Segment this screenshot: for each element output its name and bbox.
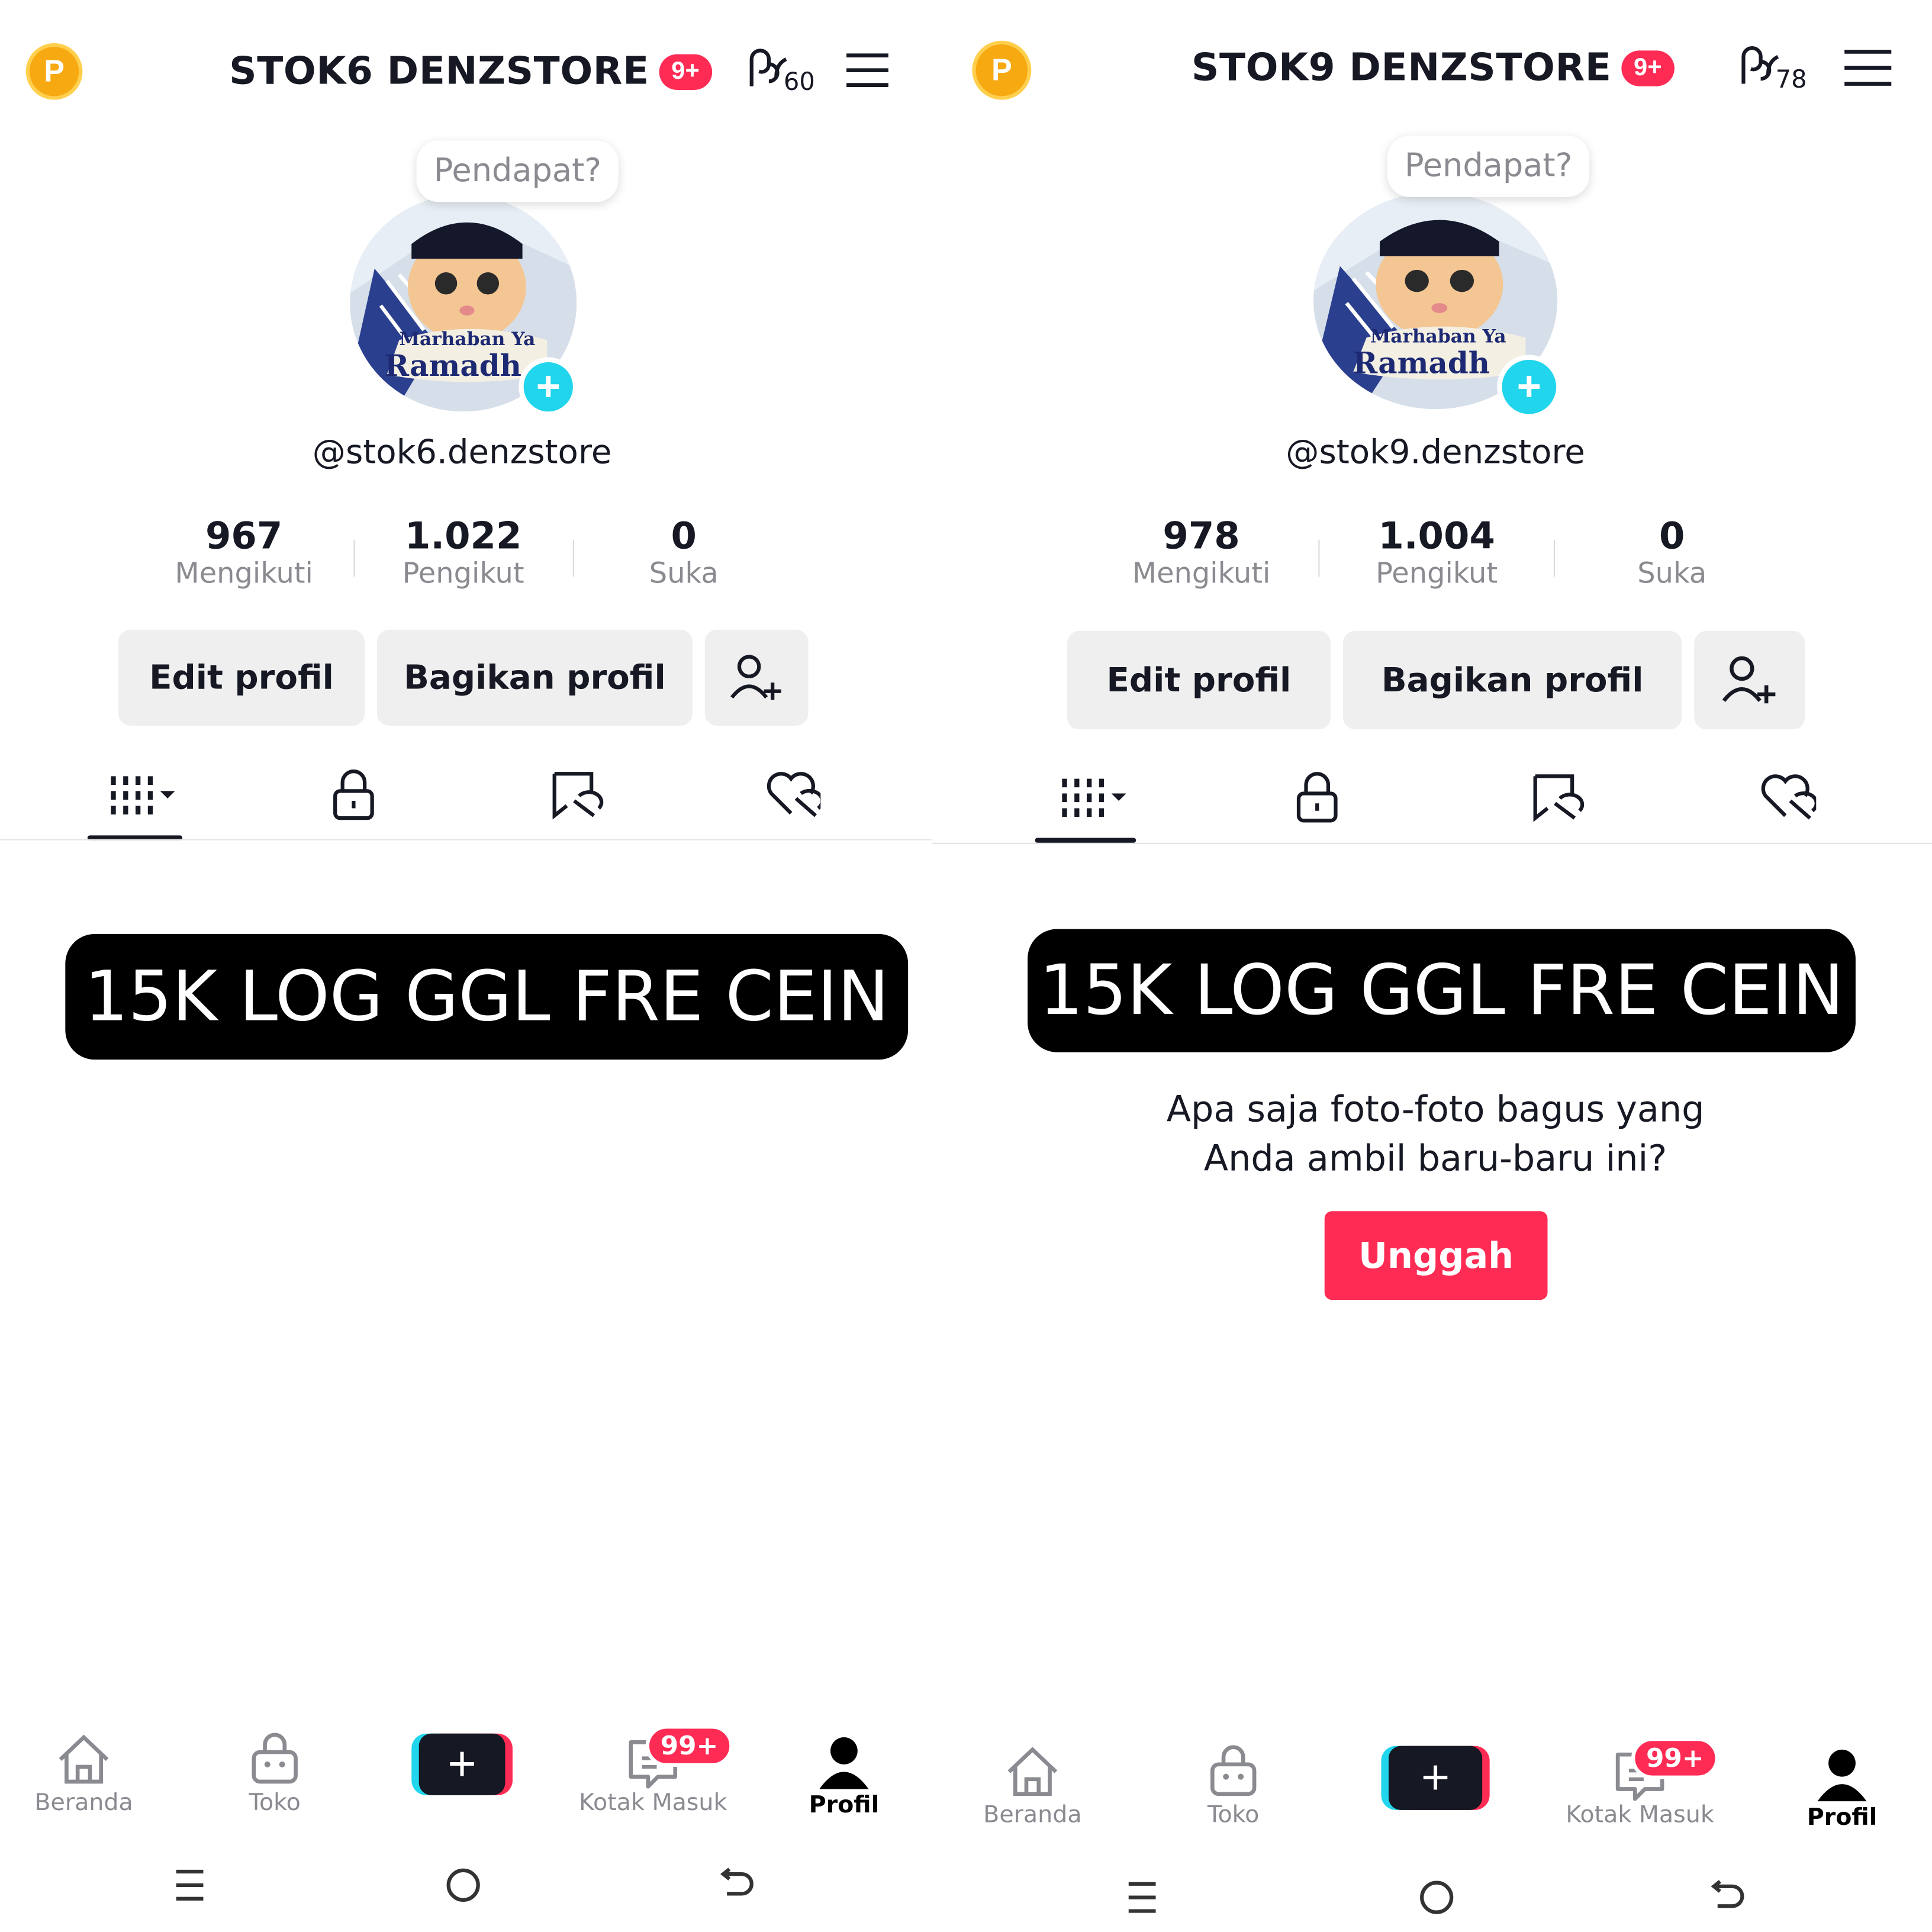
- lock-icon[interactable]: [1294, 771, 1341, 823]
- creator-tools-icon[interactable]: 78: [1735, 42, 1811, 96]
- videos-grid-icon[interactable]: [108, 771, 182, 820]
- add-friend-icon: [1722, 656, 1776, 704]
- home-icon: [1007, 1747, 1058, 1796]
- stat-value: 1.022: [404, 515, 522, 558]
- account-switcher[interactable]: STOK6 DENZSTORE 9+: [229, 49, 712, 94]
- tab-divider: [931, 842, 1932, 844]
- avatar-caption-1: Marhaban Ya: [1370, 325, 1506, 348]
- profile-screen-stok9: P STOK9 DENZSTORE 9+ 78 Marhaban Ya Rama…: [931, 0, 1932, 1932]
- avatar-caption-1: Marhaban Ya: [399, 327, 536, 350]
- lock-icon[interactable]: [330, 769, 377, 820]
- stat-label: Mengikuti: [1132, 558, 1271, 591]
- liked-hidden-icon[interactable]: [764, 769, 825, 820]
- note-bubble[interactable]: Pendapat?: [416, 140, 619, 202]
- videos-grid-icon[interactable]: [1057, 774, 1136, 823]
- account-title: STOK9 DENZSTORE: [1191, 46, 1612, 90]
- create-button[interactable]: +: [411, 1733, 513, 1795]
- coin-label: P: [44, 53, 65, 88]
- profile-screen-stok6: P STOK6 DENZSTORE 9+ 60 Marhaban Ya Rama…: [0, 0, 932, 1932]
- stat-label: Suka: [649, 558, 719, 591]
- nav-home-label: Beranda: [983, 1801, 1082, 1829]
- account-switcher[interactable]: STOK9 DENZSTORE 9+: [1191, 46, 1675, 90]
- edit-profile-button[interactable]: Edit profil: [1067, 630, 1331, 730]
- stat-followers[interactable]: 1.004 Pengikut: [1319, 515, 1554, 590]
- edit-profile-button[interactable]: Edit profil: [118, 629, 365, 726]
- create-plus-icon: +: [418, 1733, 505, 1795]
- reposts-icon[interactable]: [1530, 771, 1585, 823]
- stat-value: 1.004: [1378, 515, 1495, 558]
- liked-hidden-icon[interactable]: [1757, 771, 1818, 823]
- empty-state-line-2: Anda ambil baru-baru ini?: [1203, 1137, 1667, 1180]
- tab-divider: [0, 839, 932, 841]
- empty-state-line-1: Apa saja foto-foto bagus yang: [1166, 1088, 1705, 1130]
- system-back-icon[interactable]: [1710, 1879, 1747, 1915]
- share-profile-button[interactable]: Bagikan profil: [376, 629, 693, 726]
- stat-label: Pengikut: [1376, 558, 1498, 591]
- creator-tools-count: 60: [783, 66, 815, 96]
- inbox-badge: 99+: [1631, 1737, 1719, 1779]
- stat-followers[interactable]: 1.022 Pengikut: [355, 515, 572, 590]
- add-friend-icon: [730, 655, 781, 700]
- create-plus-icon: +: [1388, 1746, 1483, 1810]
- create-button[interactable]: +: [1381, 1746, 1490, 1810]
- username: @stok9.denzstore: [1286, 433, 1585, 472]
- profile-icon: [819, 1737, 869, 1789]
- nav-shop-label: Toko: [1208, 1801, 1260, 1829]
- note-bubble[interactable]: Pendapat?: [1387, 135, 1590, 198]
- creator-tools-icon[interactable]: 60: [744, 44, 818, 99]
- avatar-caption-2: Ramadh: [384, 347, 522, 384]
- shop-icon: [252, 1733, 298, 1784]
- overlay-banner: 15K LOG GGL FRE CEIN: [1028, 929, 1856, 1052]
- nav-profile-label: Profil: [1807, 1804, 1878, 1831]
- stat-value: 0: [671, 515, 697, 558]
- nav-inbox-label: Kotak Masuk: [579, 1789, 727, 1817]
- system-home-icon[interactable]: [1418, 1879, 1455, 1915]
- system-back-icon[interactable]: [720, 1867, 756, 1904]
- profile-icon: [1817, 1749, 1867, 1802]
- username: @stok6.denzstore: [312, 433, 612, 472]
- add-story-icon[interactable]: +: [1497, 355, 1561, 419]
- add-friend-button[interactable]: [1694, 630, 1805, 730]
- stat-likes[interactable]: 0 Suka: [1555, 515, 1789, 590]
- stat-following[interactable]: 967 Mengikuti: [136, 515, 352, 590]
- inbox-badge: 99+: [645, 1725, 733, 1767]
- nav-inbox-label: Kotak Masuk: [1566, 1801, 1714, 1829]
- stat-likes[interactable]: 0 Suka: [574, 515, 794, 590]
- nav-profile-label: Profil: [809, 1791, 880, 1819]
- creator-tools-count: 78: [1775, 64, 1807, 94]
- stat-label: Mengikuti: [175, 558, 313, 591]
- stat-following[interactable]: 978 Mengikuti: [1084, 515, 1319, 590]
- avatar-caption-2: Ramadh: [1353, 344, 1490, 381]
- overlay-banner: 15K LOG GGL FRE CEIN: [65, 933, 909, 1060]
- menu-icon[interactable]: [1843, 49, 1892, 86]
- coin-label: P: [991, 52, 1012, 87]
- stat-label: Pengikut: [402, 558, 524, 591]
- nav-home-label: Beranda: [34, 1789, 133, 1817]
- system-recents-icon[interactable]: [1126, 1881, 1158, 1915]
- nav-shop-label: Toko: [249, 1789, 301, 1817]
- system-home-icon[interactable]: [445, 1867, 481, 1904]
- home-icon: [59, 1734, 109, 1784]
- notification-badge: 9+: [659, 53, 712, 89]
- system-recents-icon[interactable]: [174, 1868, 206, 1902]
- notification-badge: 9+: [1621, 50, 1675, 86]
- shop-icon: [1210, 1745, 1257, 1796]
- stat-value: 967: [205, 515, 283, 558]
- coin-icon[interactable]: P: [25, 43, 83, 100]
- active-tab-indicator: [1035, 838, 1136, 843]
- account-title: STOK6 DENZSTORE: [229, 49, 649, 94]
- stat-value: 978: [1163, 515, 1240, 558]
- stat-value: 0: [1659, 515, 1685, 558]
- reposts-icon[interactable]: [549, 769, 604, 820]
- coin-icon[interactable]: P: [972, 40, 1032, 100]
- share-profile-button[interactable]: Bagikan profil: [1342, 630, 1682, 730]
- menu-icon[interactable]: [845, 53, 890, 88]
- upload-button[interactable]: Unggah: [1324, 1211, 1548, 1300]
- add-story-icon[interactable]: +: [519, 357, 578, 417]
- add-friend-button[interactable]: [704, 629, 809, 726]
- stat-label: Suka: [1637, 558, 1707, 591]
